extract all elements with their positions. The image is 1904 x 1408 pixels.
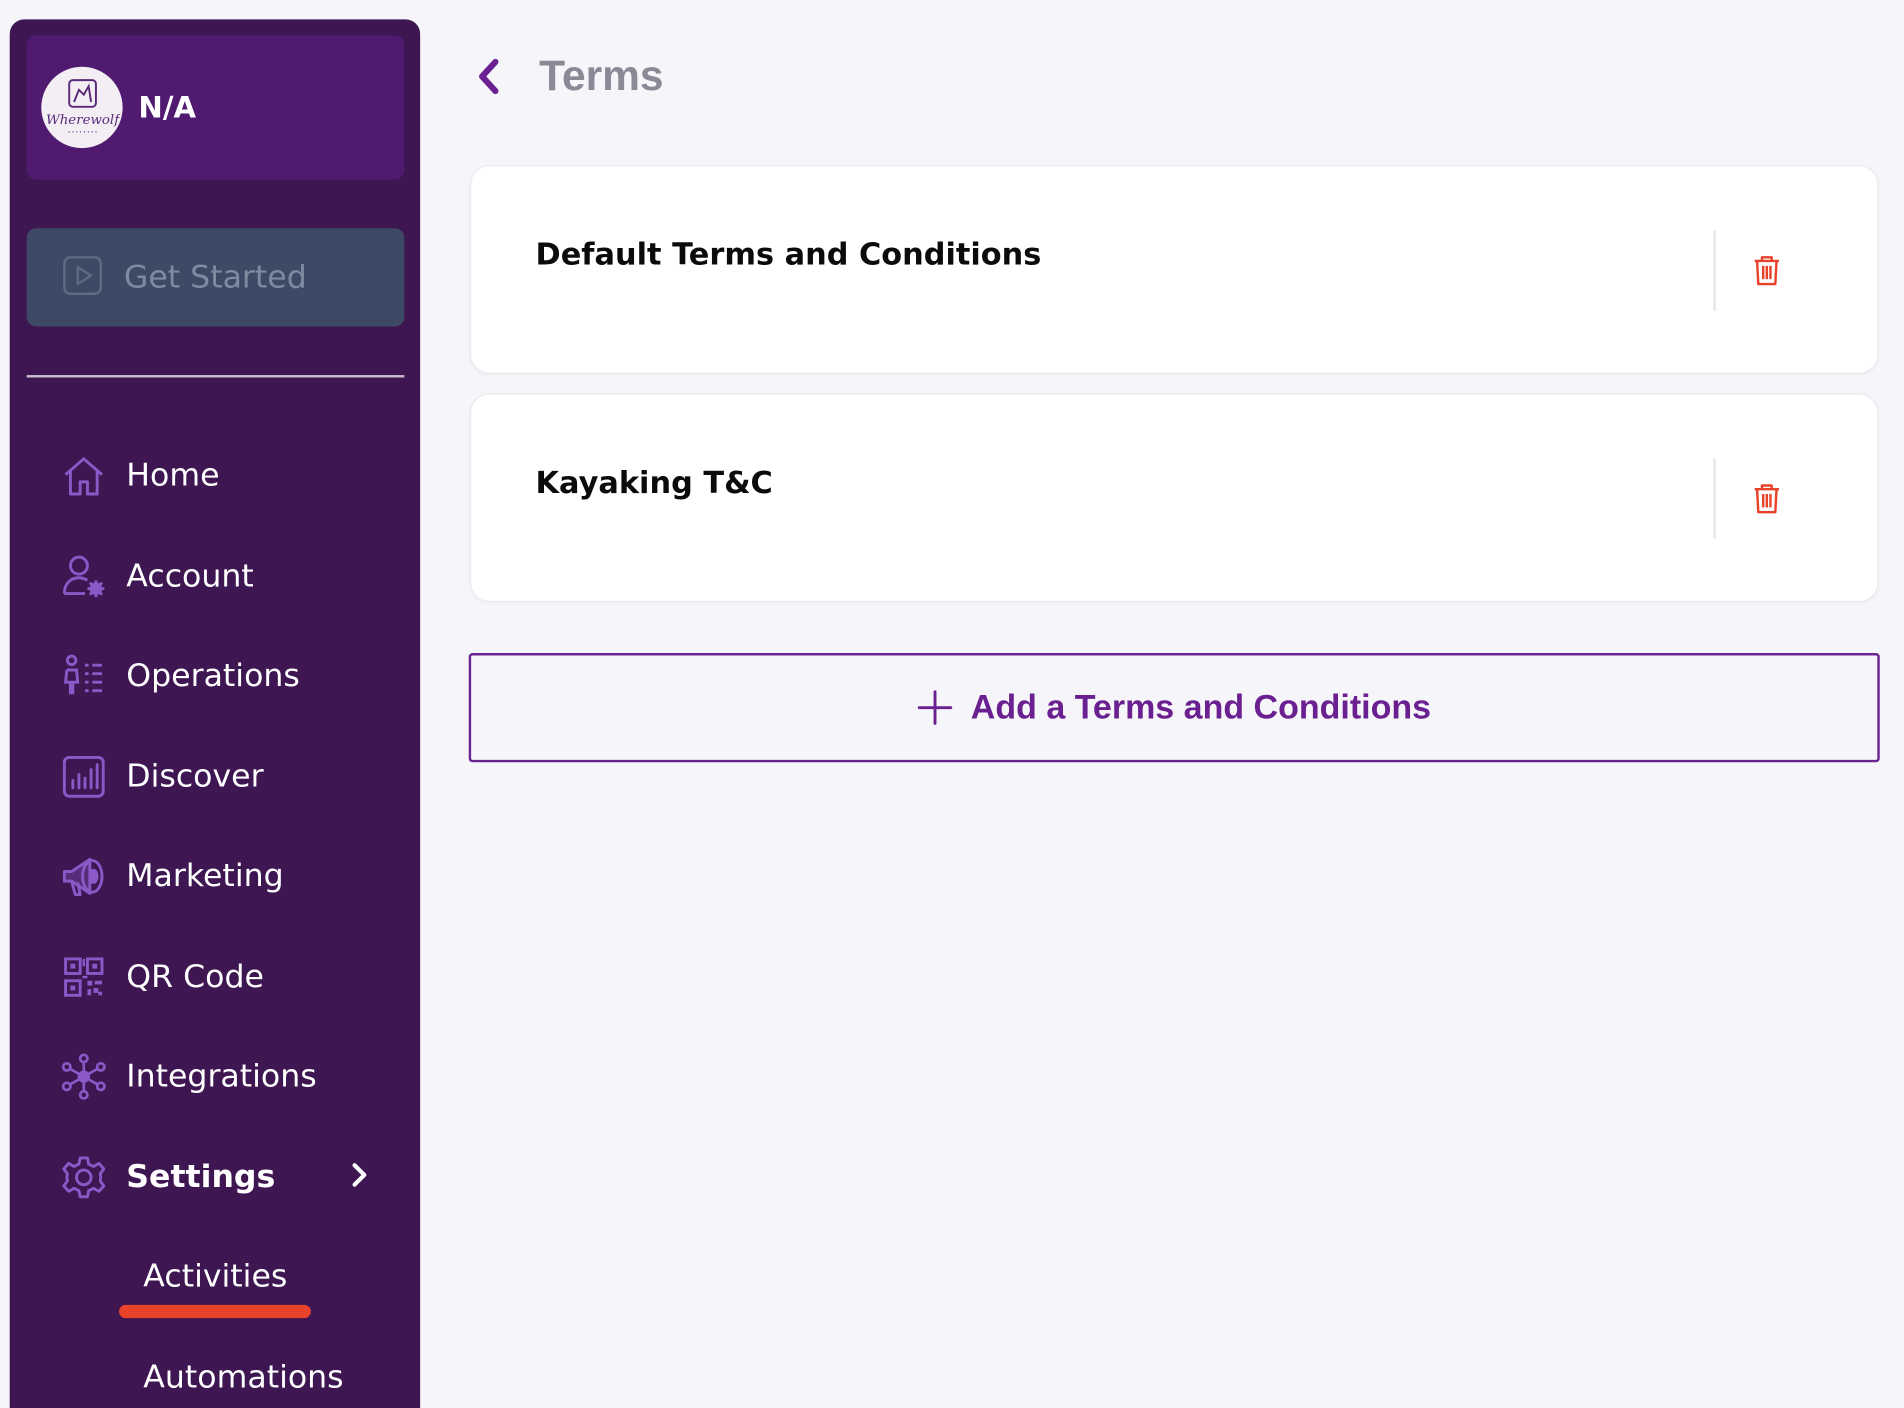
add-terms-button[interactable]: Add a Terms and Conditions (468, 653, 1880, 763)
home-icon (61, 453, 107, 499)
sidebar-item-label: Discover (126, 758, 264, 795)
settings-subitem-label: Automations (143, 1359, 344, 1396)
gear-icon (61, 1154, 107, 1200)
terms-card[interactable]: Kayaking T&C (469, 393, 1879, 603)
sidebar-item-label: Integrations (126, 1058, 317, 1096)
integrations-icon (61, 1053, 107, 1101)
bar-chart-icon (61, 753, 107, 799)
add-terms-label: Add a Terms and Conditions (970, 688, 1432, 726)
highlight-underline (119, 1304, 311, 1318)
avatar: Wherewolf • • • • • • • • (41, 66, 123, 149)
svg-text:• • • • • • • •: • • • • • • • • (67, 129, 96, 134)
sidebar-item-integrations[interactable]: Integrations (10, 1027, 420, 1127)
get-started-button[interactable]: Get Started (26, 228, 405, 327)
megaphone-icon (61, 854, 107, 900)
trash-icon (1754, 256, 1779, 286)
get-started-label: Get Started (123, 259, 307, 296)
settings-subitem-activities[interactable]: Activities (10, 1227, 420, 1327)
terms-card-title: Kayaking T&C (535, 464, 773, 501)
profile-card[interactable]: Wherewolf • • • • • • • • N/A (26, 35, 405, 180)
sidebar-item-home[interactable]: Home (10, 426, 420, 526)
wolf-logo-icon: Wherewolf • • • • • • • • (45, 78, 120, 134)
sidebar: Wherewolf • • • • • • • • N/A Get Starte… (9, 19, 421, 1408)
back-button[interactable] (471, 49, 507, 105)
plus-icon (918, 690, 953, 725)
sidebar-item-operations[interactable]: Operations (10, 626, 420, 726)
sidebar-divider (26, 375, 405, 378)
card-separator (1713, 230, 1716, 311)
sidebar-item-label: Home (126, 457, 220, 495)
operations-icon (61, 653, 107, 699)
sidebar-item-label: Account (126, 558, 254, 595)
svg-text:Wherewolf: Wherewolf (45, 112, 119, 127)
sidebar-item-label: Settings (126, 1158, 276, 1196)
terms-card[interactable]: Default Terms and Conditions (469, 165, 1879, 374)
chevron-right-icon (350, 1161, 369, 1193)
play-icon (61, 253, 105, 302)
sidebar-item-marketing[interactable]: Marketing (10, 827, 420, 927)
card-separator (1713, 458, 1716, 539)
page-title: Terms (539, 52, 664, 100)
trash-icon (1754, 484, 1779, 514)
sidebar-nav: Home Account Operations Discover Marketi… (10, 426, 420, 1408)
profile-name: N/A (138, 90, 197, 125)
terms-card-title: Default Terms and Conditions (535, 236, 1042, 272)
sidebar-item-settings[interactable]: Settings (10, 1127, 420, 1227)
sidebar-item-discover[interactable]: Discover (10, 726, 420, 826)
qr-code-icon (61, 954, 107, 1000)
sidebar-item-qr-code[interactable]: QR Code (10, 927, 420, 1027)
sidebar-item-label: Marketing (126, 858, 284, 895)
sidebar-item-account[interactable]: Account (10, 526, 420, 626)
chevron-left-icon (479, 58, 499, 95)
settings-subitem-automations[interactable]: Automations (10, 1327, 420, 1408)
delete-button[interactable] (1751, 252, 1783, 288)
sidebar-item-label: QR Code (126, 958, 264, 996)
page-header: Terms (471, 49, 664, 105)
delete-button[interactable] (1751, 481, 1783, 517)
settings-subitem-label: Activities (143, 1259, 288, 1296)
sidebar-item-label: Operations (126, 658, 300, 695)
user-gear-icon (61, 553, 107, 599)
